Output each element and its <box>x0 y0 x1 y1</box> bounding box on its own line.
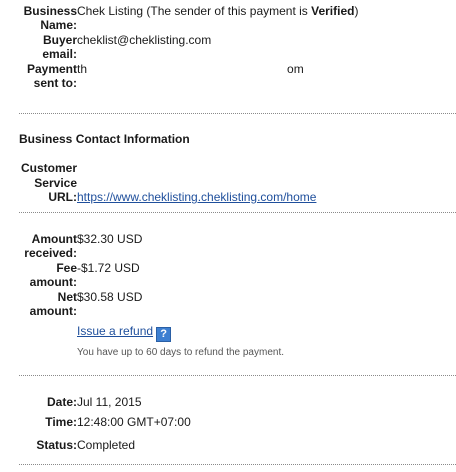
payment-sent-to-label-text: Payment sent to: <box>26 62 77 90</box>
fee-amount-value: -$1.72 USD <box>77 261 140 275</box>
issue-refund-row[interactable]: Issue a refund? <box>77 324 172 342</box>
time-label: Time: <box>45 415 77 429</box>
business-name-label: Business Name: <box>19 4 77 32</box>
customer-service-label-text: Customer Service URL: <box>20 161 77 204</box>
amount-received-label-text: Amount received: <box>24 232 77 260</box>
payment-sent-to-value: th om <box>77 62 304 76</box>
issue-refund-link[interactable]: Issue a refund <box>77 324 153 338</box>
amount-received-value: $32.30 USD <box>77 232 143 246</box>
fee-amount-label-text: Fee amount: <box>29 261 77 289</box>
status-label: Status: <box>36 438 77 452</box>
customer-service-label: Customer Service URL: <box>19 161 77 205</box>
payment-sent-to-label: Payment sent to: <box>21 62 77 90</box>
buyer-email-label-text: Buyer email: <box>42 33 77 61</box>
business-name-value: Chek Listing (The sender of this payment… <box>77 4 358 18</box>
sender-status-verified: Verified <box>311 4 355 18</box>
amount-received-label: Amount received: <box>17 232 77 260</box>
net-amount-label-text: Net amount: <box>29 290 77 318</box>
net-amount-value: $30.58 USD <box>77 290 143 304</box>
payment-sent-to-end: om <box>287 62 304 76</box>
refund-note: You have up to 60 days to refund the pay… <box>77 347 285 358</box>
customer-service-url[interactable]: https://www.cheklisting.cheklisting.com/… <box>77 190 316 204</box>
date-label: Date: <box>46 395 77 409</box>
sender-status-suffix: ) <box>354 4 359 18</box>
divider-4 <box>19 464 456 465</box>
divider-2 <box>19 212 456 213</box>
buyer-email-value: cheklist@cheklisting.com <box>77 33 212 47</box>
payment-sent-to-start: th <box>77 62 88 76</box>
divider-1 <box>19 113 456 114</box>
contact-section-heading: Business Contact Information <box>19 132 190 146</box>
buyer-email-label: Buyer email: <box>32 33 77 61</box>
status-value: Completed <box>77 438 136 452</box>
fee-amount-label: Fee amount: <box>27 261 77 289</box>
sender-status-prefix: (The sender of this payment is <box>143 4 312 18</box>
business-name-label-text: Business Name: <box>23 4 77 32</box>
net-amount-label: Net amount: <box>27 290 77 318</box>
business-name-text: Chek Listing <box>77 4 144 18</box>
date-value: Jul 11, 2015 <box>77 395 142 409</box>
customer-service-link[interactable]: https://www.cheklisting.cheklisting.com/… <box>77 190 316 204</box>
help-icon[interactable]: ? <box>156 327 172 342</box>
time-value: 12:48:00 GMT+07:00 <box>77 415 191 429</box>
divider-3 <box>19 375 456 376</box>
